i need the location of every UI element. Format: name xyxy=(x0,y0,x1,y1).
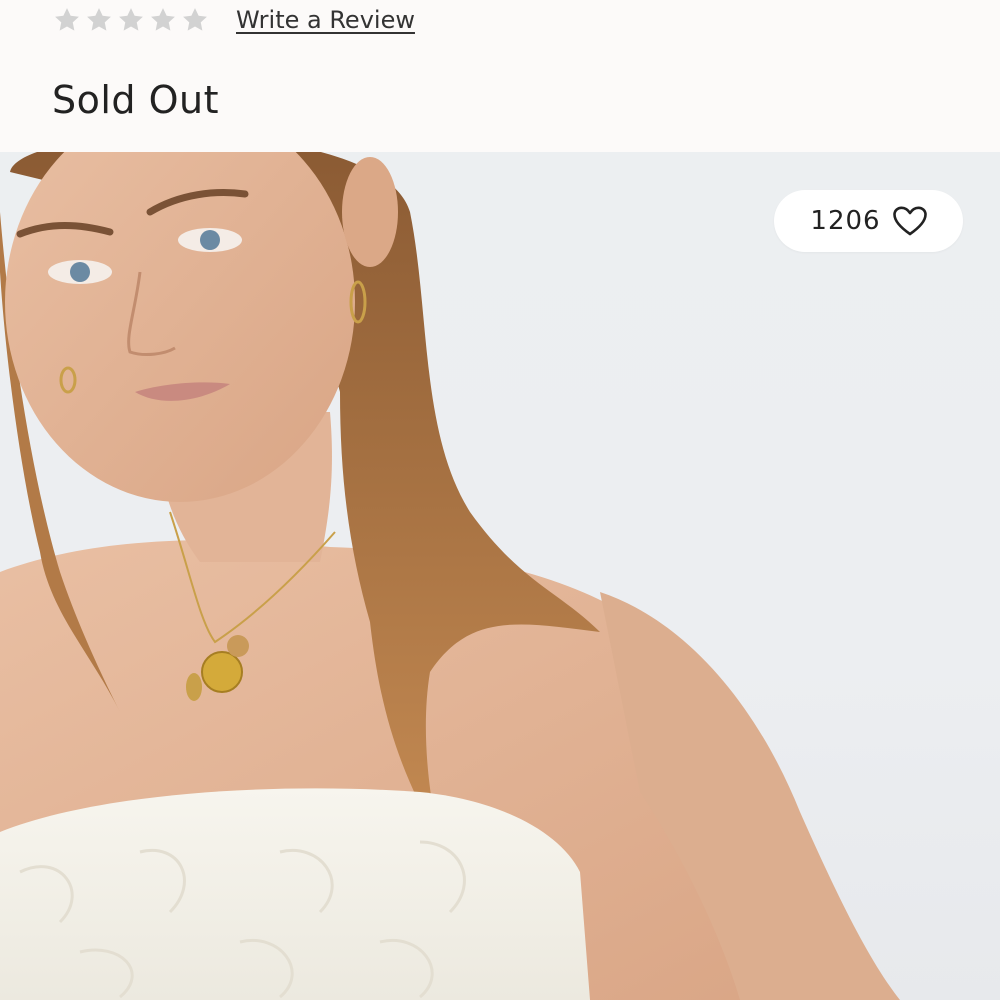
star-icon[interactable] xyxy=(84,5,114,35)
star-icon[interactable] xyxy=(52,5,82,35)
star-rating[interactable] xyxy=(52,5,210,35)
star-icon[interactable] xyxy=(148,5,178,35)
product-header: Write a Review Sold Out xyxy=(0,0,1000,152)
availability-status: Sold Out xyxy=(52,78,220,122)
favorite-count: 1206 xyxy=(810,206,881,236)
write-review-link[interactable]: Write a Review xyxy=(236,6,415,34)
model-photo xyxy=(0,152,900,1000)
product-image[interactable] xyxy=(0,152,1000,1000)
heart-outline-icon xyxy=(892,206,927,236)
star-icon[interactable] xyxy=(116,5,146,35)
star-icon[interactable] xyxy=(180,5,210,35)
rating-row: Write a Review xyxy=(52,2,415,38)
favorite-button[interactable]: 1206 xyxy=(774,190,963,252)
